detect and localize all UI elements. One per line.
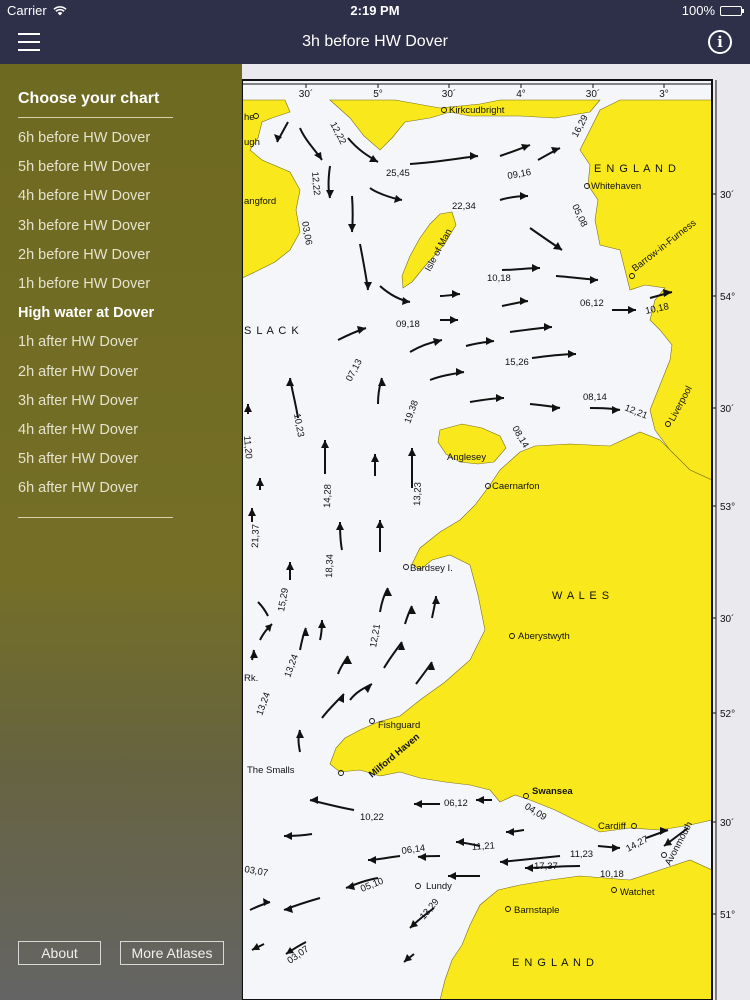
chart-menu-drawer: Choose your chart 6h before HW Dover 5h b… (0, 64, 242, 1000)
rate-label: 22,34 (452, 201, 476, 212)
rate-label: 21,37 (250, 524, 262, 548)
about-button[interactable]: About (18, 941, 101, 965)
chart-option[interactable]: 2h before HW Dover (18, 247, 154, 276)
right-tick: 30´ (720, 817, 734, 829)
place-label: Fishguard (378, 720, 420, 731)
rate-label: 12,22 (309, 171, 322, 196)
info-icon[interactable]: i (708, 30, 732, 54)
chart-option[interactable]: High water at Dover (18, 305, 154, 334)
nav-title: 3h before HW Dover (302, 33, 448, 50)
region-label: E N G L A N D (512, 957, 595, 969)
status-bar: Carrier 2:19 PM 100% (0, 0, 750, 22)
top-tick: 30´ (299, 88, 313, 100)
place-label: Watchet (620, 887, 655, 898)
place-label: Bardsey I. (410, 563, 453, 574)
rate-label: 14,28 (322, 484, 334, 508)
rate-label: 06,12 (444, 798, 468, 809)
right-tick: 52° (720, 709, 735, 720)
divider (18, 117, 173, 118)
right-tick: 30´ (720, 403, 734, 415)
place-label: Barnstaple (514, 905, 559, 916)
rate-label: 08,14 (583, 392, 607, 403)
place-label: Rk. (244, 673, 258, 684)
chart-list: 6h before HW Dover 5h before HW Dover 4h b… (18, 130, 154, 509)
rate-label: 15,26 (505, 357, 529, 368)
battery-status: 100% (681, 3, 744, 18)
rate-label: 10,18 (600, 869, 624, 880)
navigation-bar: 3h before HW Dover i (0, 22, 750, 64)
rate-label: 11,21 (471, 840, 495, 853)
rate-label: 09,18 (396, 319, 420, 330)
chart-option[interactable]: 4h after HW Dover (18, 422, 154, 451)
chart-option[interactable]: 6h after HW Dover (18, 480, 154, 509)
place-label: Whitehaven (591, 181, 641, 192)
status-time: 2:19 PM (350, 3, 400, 18)
top-tick: 5° (373, 89, 383, 100)
more-atlases-button[interactable]: More Atlases (120, 941, 224, 965)
right-tick: 54° (720, 292, 735, 303)
region-label: W A L E S (552, 590, 610, 602)
top-tick: 4° (516, 89, 526, 100)
chart-option[interactable]: 4h before HW Dover (18, 188, 154, 217)
top-tick: 30´ (586, 88, 600, 100)
chart-option[interactable]: 6h before HW Dover (18, 130, 154, 159)
divider (18, 517, 173, 518)
chart-option[interactable]: 3h after HW Dover (18, 393, 154, 422)
top-tick: 30´ (442, 88, 456, 100)
rate-label: 25,45 (386, 168, 410, 179)
place-label: Aberystwyth (518, 631, 570, 642)
battery-icon (720, 5, 744, 16)
right-tick: 53° (720, 502, 735, 513)
place-label: Swansea (532, 786, 573, 797)
right-tick: 30´ (720, 613, 734, 625)
rate-label: 13,23 (412, 482, 424, 506)
region-label: S L A C K (244, 325, 300, 337)
chart-option[interactable]: 1h after HW Dover (18, 334, 154, 363)
place-label: Cardiff (598, 821, 626, 832)
place-label: Lundy (426, 881, 452, 892)
rate-label: 10,22 (360, 812, 384, 823)
place-label: Kirkcudbright (449, 105, 505, 116)
region-label: E N G L A N D (594, 163, 677, 175)
rate-label: 11,20 (241, 435, 254, 459)
drawer-heading: Choose your chart (18, 90, 160, 107)
rate-label: 10,18 (487, 273, 511, 284)
chart-option[interactable]: 1h before HW Dover (18, 276, 154, 305)
place-label: Anglesey (447, 452, 486, 463)
right-tick: 51° (720, 910, 735, 921)
chart-option[interactable]: 5h before HW Dover (18, 159, 154, 188)
chart-option[interactable]: 5h after HW Dover (18, 451, 154, 480)
battery-percent: 100% (681, 3, 715, 18)
chart-option[interactable]: 3h before HW Dover (18, 218, 154, 247)
place-label: he (244, 112, 255, 123)
rate-label: 11,23 (570, 849, 593, 860)
place-label: ugh (244, 137, 260, 148)
right-tick: 30´ (720, 189, 734, 201)
place-label: Caernarfon (492, 481, 540, 492)
rate-label: 18,34 (324, 554, 336, 578)
top-tick: 3° (659, 89, 669, 100)
chart-option[interactable]: 2h after HW Dover (18, 364, 154, 393)
place-label: The Smalls (247, 765, 295, 776)
place-label: angford (244, 196, 276, 207)
rate-label: 06,12 (580, 298, 604, 309)
